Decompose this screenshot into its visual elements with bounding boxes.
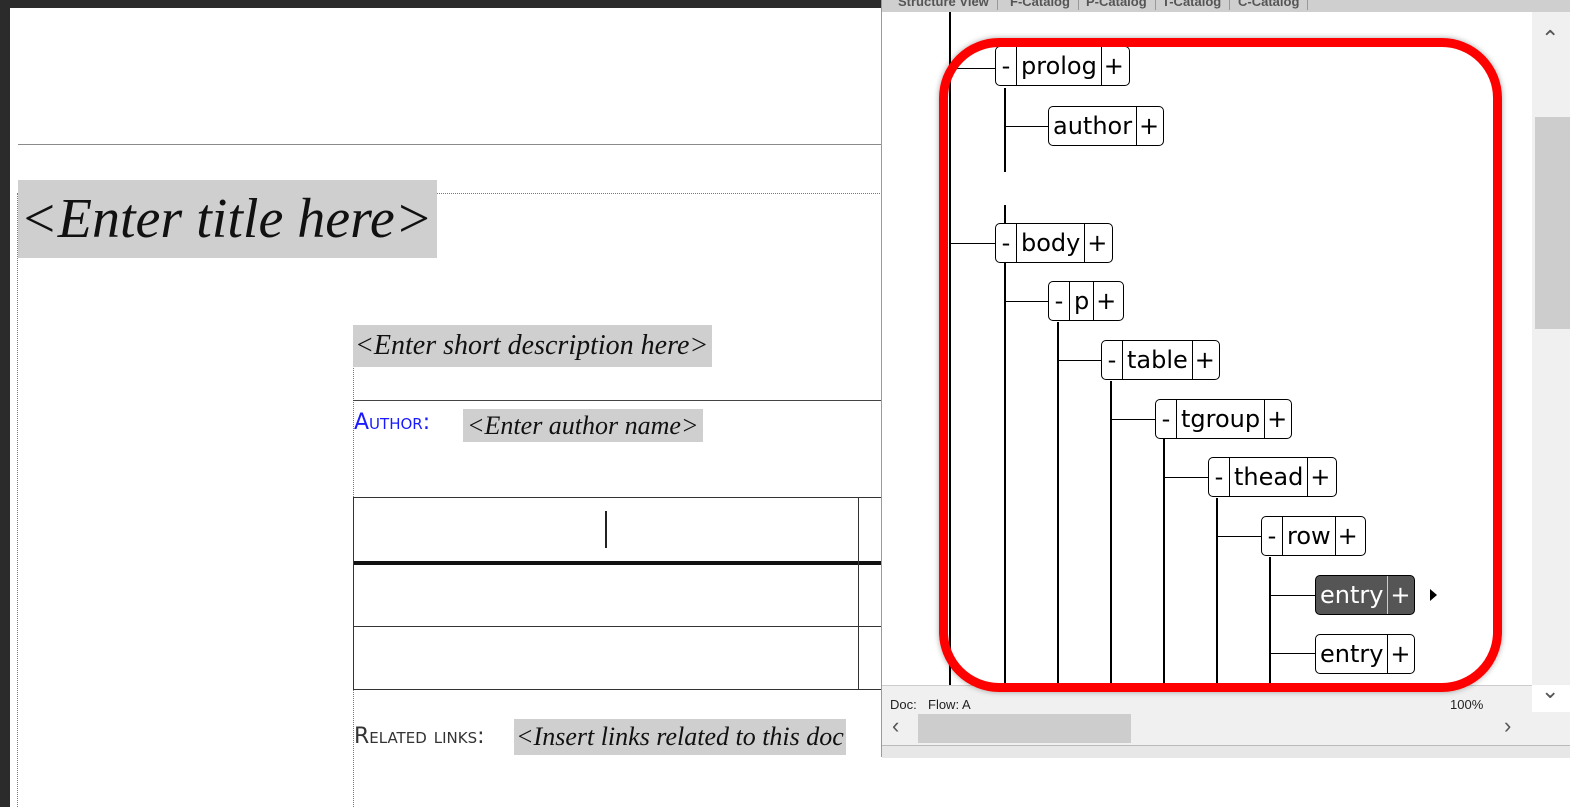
tab-t-catalog[interactable]: T-Catalog [1154,0,1231,10]
tab-f-catalog[interactable]: F-Catalog [1002,0,1079,10]
scroll-up-icon[interactable]: ⌃ [1541,26,1559,52]
vertical-scrollbar[interactable] [1532,12,1570,685]
divider [353,400,883,401]
highlight-annotation [939,38,1502,692]
author-placeholder[interactable]: <Enter author name> [463,409,703,442]
scroll-left-icon[interactable]: ‹ [892,713,899,739]
header-rule [18,144,898,145]
zoom-level[interactable]: 100% [1450,697,1483,712]
flow-label: Flow: A [928,697,971,712]
left-boundary [17,193,18,807]
vertical-scroll-thumb[interactable] [1535,117,1570,329]
panel-tabs: Structure View F-Catalog P-Catalog T-Cat… [882,0,1570,12]
related-links-placeholder[interactable]: <Insert links related to this doc [514,719,846,755]
table-row-rule [354,626,892,627]
text-cursor [605,511,607,548]
title-placeholder[interactable]: <Enter title here> [18,180,437,258]
shortdesc-placeholder[interactable]: <Enter short description here> [353,325,713,367]
tab-c-catalog[interactable]: C-Catalog [1230,0,1309,10]
tab-structure-view[interactable]: Structure View [890,0,998,10]
author-label: Author: [354,410,431,435]
resize-grip[interactable] [882,745,1570,758]
tab-p-catalog[interactable]: P-Catalog [1078,0,1156,10]
scroll-down-icon[interactable]: ⌄ [1541,678,1559,704]
doc-label: Doc: [890,697,917,712]
table-header-rule [354,561,892,565]
table-column-rule [858,498,859,689]
document-table[interactable] [353,497,893,690]
scroll-right-icon[interactable]: › [1504,713,1511,739]
horizontal-scroll-thumb[interactable] [918,714,1131,743]
background-pane [1310,757,1570,807]
related-links-label: Related links: [354,724,485,749]
